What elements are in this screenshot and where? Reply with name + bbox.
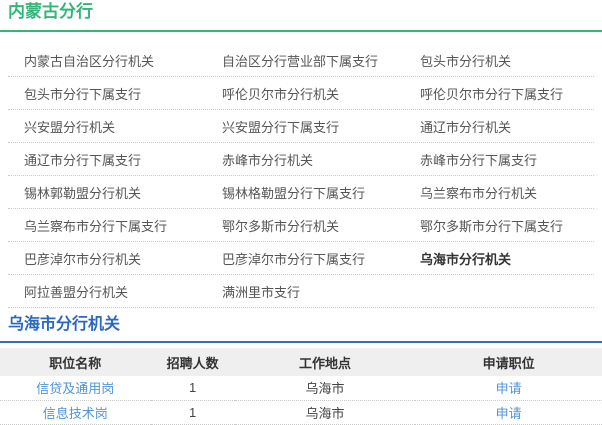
jobs-table: 职位名称招聘人数工作地点申请职位 信贷及通用岗1乌海市申请信息技术岗1乌海市申请	[0, 348, 602, 425]
branch-link[interactable]: 呼伦贝尔市分行下属支行	[404, 84, 594, 103]
branch-row: 锡林郭勒盟分行机关锡林格勒盟分行下属支行乌兰察布市分行机关	[8, 176, 594, 209]
branch-links-grid: 内蒙古自治区分行机关自治区分行营业部下属支行包头市分行机关包头市分行下属支行呼伦…	[0, 44, 602, 308]
job-location: 乌海市	[235, 400, 416, 424]
branch-link[interactable]: 通辽市分行机关	[404, 117, 594, 136]
branch-link[interactable]: 呼伦贝尔市分行机关	[206, 84, 404, 103]
branch-link[interactable]: 通辽市分行下属支行	[8, 150, 206, 169]
section-title: 乌海市分行机关	[0, 308, 602, 335]
job-position-link[interactable]: 信息技术岗	[43, 406, 108, 421]
branch-link[interactable]: 兴安盟分行下属支行	[206, 117, 404, 136]
apply-link[interactable]: 申请	[496, 406, 522, 421]
job-count: 1	[151, 400, 235, 424]
job-position-cell: 信贷及通用岗	[0, 376, 151, 400]
blue-divider	[0, 341, 602, 343]
region-title: 内蒙古分行	[0, 0, 602, 21]
branch-link[interactable]: 鄂尔多斯市分行机关	[206, 216, 404, 235]
branch-row: 乌兰察布市分行下属支行鄂尔多斯市分行机关鄂尔多斯市分行下属支行	[8, 209, 594, 242]
branch-row: 巴彦淖尔市分行机关巴彦淖尔市分行下属支行乌海市分行机关	[8, 242, 594, 275]
branch-row: 通辽市分行下属支行赤峰市分行机关赤峰市分行下属支行	[8, 143, 594, 176]
branch-link[interactable]: 包头市分行下属支行	[8, 84, 206, 103]
branch-link[interactable]: 阿拉善盟分行机关	[8, 282, 206, 301]
branch-row: 阿拉善盟分行机关满洲里市支行	[8, 275, 594, 308]
branch-link[interactable]: 内蒙古自治区分行机关	[8, 51, 206, 70]
branch-link[interactable]: 兴安盟分行机关	[8, 117, 206, 136]
branch-link[interactable]: 乌兰察布市分行机关	[404, 183, 594, 202]
job-location: 乌海市	[235, 376, 416, 400]
branch-link[interactable]: 锡林郭勒盟分行机关	[8, 183, 206, 202]
table-row: 信息技术岗 1乌海市 申请	[0, 400, 602, 424]
jobs-table-column-header: 申请职位	[415, 348, 602, 376]
branch-link[interactable]: 包头市分行机关	[404, 51, 594, 70]
jobs-table-header-row: 职位名称招聘人数工作地点申请职位	[0, 348, 602, 376]
jobs-table-column-header: 职位名称	[0, 348, 151, 376]
branch-row: 兴安盟分行机关兴安盟分行下属支行通辽市分行机关	[8, 110, 594, 143]
table-row: 信贷及通用岗 1乌海市 申请	[0, 376, 602, 400]
green-divider	[0, 30, 602, 32]
job-count: 1	[151, 376, 235, 400]
jobs-table-column-header: 工作地点	[235, 348, 416, 376]
branch-link[interactable]: 自治区分行营业部下属支行	[206, 51, 404, 70]
branch-link-selected[interactable]: 乌海市分行机关	[404, 249, 594, 268]
branch-link[interactable]: 赤峰市分行下属支行	[404, 150, 594, 169]
branch-link[interactable]: 满洲里市支行	[206, 282, 404, 301]
apply-cell: 申请	[415, 376, 602, 400]
job-position-link[interactable]: 信贷及通用岗	[36, 381, 114, 396]
apply-link[interactable]: 申请	[496, 381, 522, 396]
branch-link[interactable]: 锡林格勒盟分行下属支行	[206, 183, 404, 202]
branch-link[interactable]: 乌兰察布市分行下属支行	[8, 216, 206, 235]
jobs-table-body: 信贷及通用岗1乌海市申请信息技术岗1乌海市申请	[0, 376, 602, 424]
branch-link[interactable]: 巴彦淖尔市分行机关	[8, 249, 206, 268]
branch-link[interactable]: 鄂尔多斯市分行下属支行	[404, 216, 594, 235]
jobs-table-column-header: 招聘人数	[151, 348, 235, 376]
apply-cell: 申请	[415, 400, 602, 424]
branch-row: 包头市分行下属支行呼伦贝尔市分行机关呼伦贝尔市分行下属支行	[8, 77, 594, 110]
job-position-cell: 信息技术岗	[0, 400, 151, 424]
branch-link[interactable]: 赤峰市分行机关	[206, 150, 404, 169]
branch-link[interactable]: 巴彦淖尔市分行下属支行	[206, 249, 404, 268]
branch-row: 内蒙古自治区分行机关自治区分行营业部下属支行包头市分行机关	[8, 44, 594, 77]
